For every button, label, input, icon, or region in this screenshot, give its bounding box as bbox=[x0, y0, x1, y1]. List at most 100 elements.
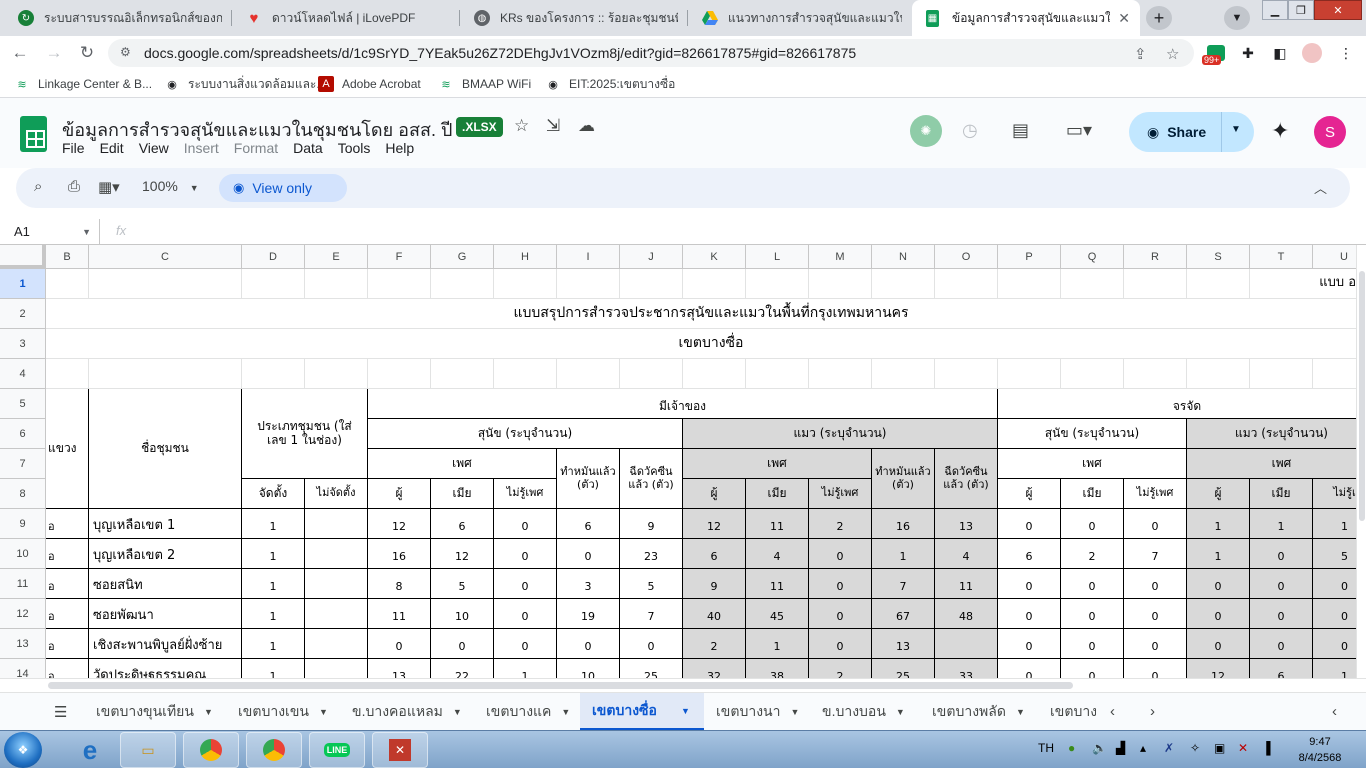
grid-cell[interactable] bbox=[46, 359, 89, 389]
chevron-down-icon[interactable]: ▼ bbox=[319, 707, 328, 717]
column-header[interactable]: P bbox=[998, 245, 1061, 269]
grid-cell[interactable] bbox=[494, 269, 557, 299]
data-cell[interactable]: 5 bbox=[620, 569, 683, 599]
tray-security-icon[interactable]: ● bbox=[1068, 741, 1075, 755]
data-cell[interactable]: 0 bbox=[1187, 629, 1250, 659]
collapse-menus-icon[interactable]: ︿ bbox=[1314, 178, 1327, 197]
header-owned-cat-vaccinated[interactable]: ฉีดวัคซีนแล้ว (ตัว) bbox=[935, 449, 998, 509]
data-cell[interactable]: 33 bbox=[935, 659, 998, 678]
data-cell[interactable]: 10 bbox=[557, 659, 620, 678]
data-cell[interactable]: 0 bbox=[998, 629, 1061, 659]
header-stray-dog-sex[interactable]: เพศ bbox=[998, 449, 1187, 479]
data-cell[interactable]: 38 bbox=[746, 659, 809, 678]
header-sex-stray-unknown_sex[interactable]: ไม่รู้เ bbox=[1313, 479, 1356, 509]
tray-devices-icon[interactable]: ▣ bbox=[1214, 741, 1225, 755]
bookmark-env-system[interactable]: ◉ ระบบงานสิ่งแวดล้อมและ... bbox=[164, 75, 326, 93]
data-cell[interactable]: 0 bbox=[1187, 599, 1250, 629]
data-cell[interactable]: 6 bbox=[557, 509, 620, 539]
chevron-down-icon[interactable]: ▼ bbox=[1231, 124, 1241, 135]
data-cell[interactable]: 0 bbox=[494, 629, 557, 659]
data-cell[interactable]: 11 bbox=[746, 509, 809, 539]
grid-cell[interactable] bbox=[1250, 359, 1313, 389]
header-owned-dog-sex[interactable]: เพศ bbox=[368, 449, 557, 479]
data-cell[interactable] bbox=[305, 539, 368, 569]
grid-cell[interactable] bbox=[809, 269, 872, 299]
community-name-cell[interactable]: บุญเหลือเขต 2 bbox=[89, 539, 242, 569]
grid-cell[interactable] bbox=[368, 359, 431, 389]
header-owned-cat-count[interactable]: แมว (ระบุจำนวน) bbox=[683, 419, 998, 449]
internet-explorer-button[interactable]: e bbox=[62, 732, 118, 768]
header-owned-cat-sex[interactable]: เพศ bbox=[683, 449, 872, 479]
row-header[interactable]: 10 bbox=[0, 539, 46, 569]
row-header[interactable]: 4 bbox=[0, 359, 46, 389]
grid-cell[interactable] bbox=[683, 359, 746, 389]
data-cell[interactable]: 11 bbox=[368, 599, 431, 629]
input-language-indicator[interactable]: TH bbox=[1038, 741, 1054, 755]
district-title-cell[interactable]: เขตบางซื่อ bbox=[46, 329, 1356, 359]
header-stray-cat-sex[interactable]: เพศ bbox=[1187, 449, 1356, 479]
chevron-down-icon[interactable]: ▼ bbox=[1016, 707, 1025, 717]
data-cell[interactable]: 2 bbox=[809, 509, 872, 539]
data-cell[interactable]: 1 bbox=[242, 539, 305, 569]
data-cell[interactable]: 1 bbox=[242, 569, 305, 599]
data-cell[interactable]: 13 bbox=[872, 629, 935, 659]
data-cell[interactable] bbox=[305, 629, 368, 659]
chrome-button[interactable] bbox=[183, 732, 239, 768]
data-cell[interactable]: 0 bbox=[620, 629, 683, 659]
data-cell[interactable]: 6 bbox=[683, 539, 746, 569]
data-cell[interactable]: 0 bbox=[809, 569, 872, 599]
data-cell[interactable]: 0 bbox=[431, 629, 494, 659]
sheet-tab[interactable]: เขตบางขุนเทียน ▼ bbox=[84, 693, 220, 731]
horizontal-scrollbar[interactable] bbox=[0, 678, 1366, 692]
grid-cell[interactable] bbox=[305, 269, 368, 299]
meet-video-icon[interactable]: ▭▾ bbox=[1066, 120, 1092, 141]
data-cell[interactable]: 8 bbox=[368, 569, 431, 599]
column-header[interactable]: K bbox=[683, 245, 746, 269]
row-header[interactable]: 2 bbox=[0, 299, 46, 329]
data-cell[interactable]: 7 bbox=[872, 569, 935, 599]
data-cell[interactable]: 1 bbox=[242, 599, 305, 629]
all-sheets-menu-icon[interactable]: ☰ bbox=[54, 703, 67, 721]
row-header[interactable]: 5 bbox=[0, 389, 46, 419]
zoom-select[interactable]: 100% ▼ bbox=[142, 178, 199, 194]
grid-cell[interactable] bbox=[494, 359, 557, 389]
header-sex-unknown-sex[interactable]: ไม่รู้เพศ bbox=[1124, 479, 1187, 509]
line-app-button[interactable]: LINE bbox=[309, 732, 365, 768]
data-cell[interactable]: 2 bbox=[683, 629, 746, 659]
site-info-icon[interactable]: ⚙ bbox=[120, 45, 131, 59]
header-sex-unknown-sex[interactable]: ไม่รู้เพศ bbox=[494, 479, 557, 509]
data-cell[interactable]: 5 bbox=[431, 569, 494, 599]
data-cell[interactable]: 0 bbox=[1250, 599, 1313, 629]
data-cell[interactable]: 0 bbox=[1313, 629, 1356, 659]
row-header[interactable]: 13 bbox=[0, 629, 46, 659]
row-header[interactable]: 9 bbox=[0, 509, 46, 539]
data-cell[interactable]: 13 bbox=[935, 509, 998, 539]
column-header[interactable]: J bbox=[620, 245, 683, 269]
header-subdistrict[interactable]: แขวง bbox=[46, 389, 89, 509]
tray-arrow-icon[interactable]: ▴ bbox=[1140, 741, 1146, 755]
grid-cell[interactable] bbox=[242, 359, 305, 389]
grid-cell[interactable] bbox=[89, 269, 242, 299]
header-sex-male[interactable]: ผู้ bbox=[368, 479, 431, 509]
data-cell[interactable]: 0 bbox=[809, 539, 872, 569]
grid-cell[interactable] bbox=[305, 359, 368, 389]
grid-cell[interactable] bbox=[872, 359, 935, 389]
form-label-cell[interactable]: แบบ อสส bbox=[1250, 269, 1356, 299]
reload-button[interactable]: ↻ bbox=[75, 41, 99, 65]
header-sex-female[interactable]: เมีย bbox=[431, 479, 494, 509]
menu-format[interactable]: Format bbox=[234, 140, 278, 156]
grid-cell[interactable] bbox=[620, 359, 683, 389]
data-cell[interactable]: 9 bbox=[683, 569, 746, 599]
header-sex-female[interactable]: เมีย bbox=[1061, 479, 1124, 509]
data-cell[interactable]: 48 bbox=[935, 599, 998, 629]
scroll-thumb[interactable] bbox=[1359, 271, 1365, 521]
data-cell[interactable]: 11 bbox=[935, 569, 998, 599]
row-header[interactable]: 6 bbox=[0, 419, 46, 449]
column-header[interactable]: E bbox=[305, 245, 368, 269]
row-header[interactable]: 12 bbox=[0, 599, 46, 629]
data-cell[interactable]: 4 bbox=[746, 539, 809, 569]
grid-cell[interactable] bbox=[998, 359, 1061, 389]
grid-cell[interactable] bbox=[46, 269, 89, 299]
data-cell[interactable]: 0 bbox=[1124, 569, 1187, 599]
tray-app-icon[interactable]: ✗ bbox=[1164, 741, 1174, 755]
